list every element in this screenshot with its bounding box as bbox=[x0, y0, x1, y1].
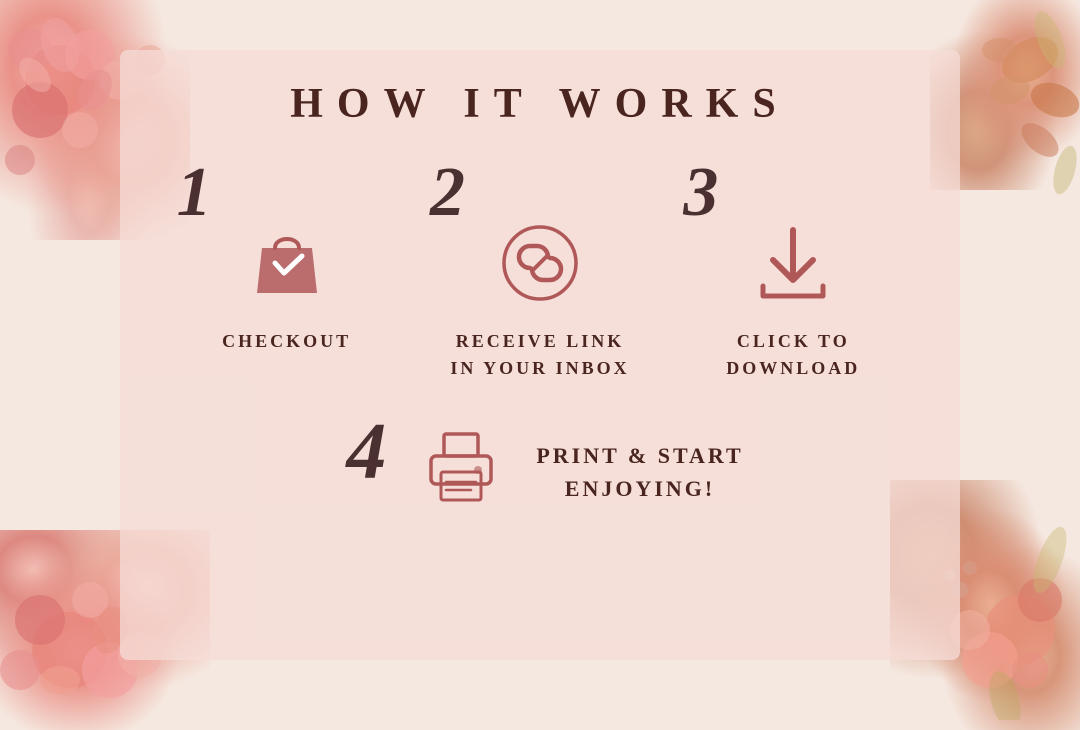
step-4-label: PRINT & START ENJOYING! bbox=[536, 439, 743, 505]
step-2-number: 2 bbox=[430, 158, 465, 228]
step-1-icon bbox=[242, 218, 332, 313]
step-3-number: 3 bbox=[683, 158, 718, 228]
step-2-label: RECEIVE LINK IN YOUR INBOX bbox=[450, 328, 629, 382]
steps-row-top: 1 CHECKOUT 2 bbox=[160, 158, 920, 382]
step-3: 3 CLICK TO DOWNLOAD bbox=[673, 158, 913, 382]
step-1-number: 1 bbox=[177, 158, 212, 228]
page-title: HOW IT WORKS bbox=[290, 80, 789, 128]
step-1-label: CHECKOUT bbox=[222, 328, 351, 355]
step-2-icon bbox=[495, 218, 585, 313]
step-2: 2 RECEIVE LINK IN YOUR INBOX bbox=[420, 158, 660, 382]
step-4-icon bbox=[416, 422, 506, 517]
step-3-icon bbox=[748, 218, 838, 313]
step-3-label: CLICK TO DOWNLOAD bbox=[726, 328, 860, 382]
step-4-number: 4 bbox=[346, 412, 386, 492]
step-1: 1 CHECKOUT bbox=[167, 158, 407, 355]
main-card: HOW IT WORKS 1 CHECKOUT 2 bbox=[120, 50, 960, 660]
steps-row-bottom: 4 PRINT & START ENJOYING! bbox=[336, 412, 743, 532]
